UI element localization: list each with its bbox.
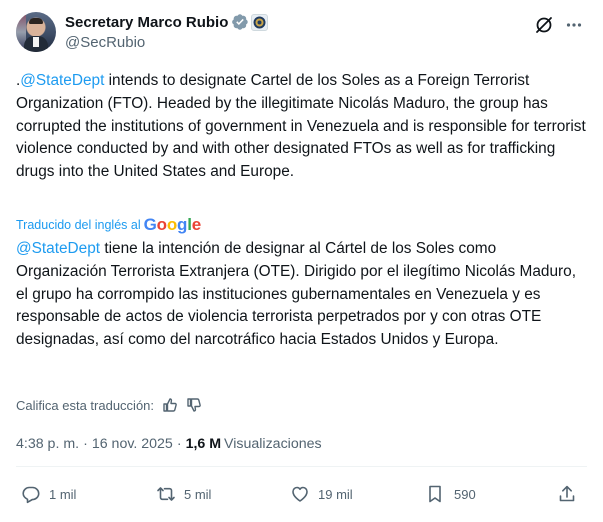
grok-icon bbox=[536, 17, 552, 33]
share-icon bbox=[559, 485, 575, 502]
heart-icon bbox=[292, 486, 308, 502]
author-handle[interactable]: @SecRubio bbox=[65, 34, 268, 51]
more-options-button[interactable] bbox=[561, 12, 587, 38]
avatar[interactable] bbox=[16, 12, 56, 52]
repost-button[interactable]: 5 mil bbox=[156, 480, 211, 508]
translation-attribution[interactable]: Traducido del inglés al Google bbox=[16, 215, 201, 235]
translation-body: tiene la intención de designar al Cártel… bbox=[16, 240, 576, 349]
repost-icon bbox=[157, 487, 175, 501]
like-button[interactable]: 19 mil bbox=[290, 480, 353, 508]
action-bar: 1 mil 5 mil 19 mil 590 bbox=[16, 480, 587, 508]
meta-separator-2: · bbox=[176, 436, 182, 452]
like-count: 19 mil bbox=[318, 486, 353, 502]
rate-translation-label: Califica esta traducción: bbox=[16, 397, 155, 413]
rate-translation: Califica esta traducción: bbox=[16, 397, 202, 413]
bookmark-button[interactable]: 590 bbox=[425, 480, 476, 508]
thumbs-down-icon[interactable] bbox=[186, 397, 202, 413]
meta-separator: · bbox=[83, 436, 88, 452]
tweet-date[interactable]: 16 nov. 2025 bbox=[92, 436, 173, 452]
views-label: Visualizaciones bbox=[224, 436, 322, 452]
reply-icon bbox=[22, 486, 40, 504]
tweet-metadata: 4:38 p. m. · 16 nov. 2025 · 1,6 M Visual… bbox=[16, 436, 322, 452]
grok-button[interactable] bbox=[531, 12, 557, 38]
translated-mention-link[interactable]: @StateDept bbox=[16, 240, 100, 257]
google-logo: Google bbox=[143, 215, 202, 234]
translation-text: @StateDept tiene la intención de designa… bbox=[16, 238, 588, 352]
reply-count: 1 mil bbox=[49, 486, 77, 502]
bookmark-count: 590 bbox=[454, 486, 476, 502]
repost-count: 5 mil bbox=[184, 486, 212, 502]
author-display-name[interactable]: Secretary Marco Rubio bbox=[65, 14, 228, 31]
bookmark-icon bbox=[429, 485, 441, 503]
more-icon bbox=[566, 23, 582, 27]
tweet-text: .@StateDept intends to designate Cartel … bbox=[16, 70, 588, 184]
reply-button[interactable]: 1 mil bbox=[21, 480, 76, 508]
verified-badge-icon[interactable] bbox=[231, 13, 249, 31]
government-seal-icon[interactable] bbox=[251, 13, 269, 31]
mention-link[interactable]: @StateDept bbox=[20, 72, 104, 89]
views-count: 1,6 M bbox=[185, 436, 222, 452]
thumbs-up-icon[interactable] bbox=[162, 397, 178, 413]
share-button[interactable] bbox=[557, 480, 577, 508]
divider bbox=[16, 466, 587, 467]
translation-label: Traducido del inglés al bbox=[16, 218, 141, 232]
tweet-header: Secretary Marco Rubio @SecRubio bbox=[16, 11, 587, 55]
author-info: Secretary Marco Rubio @SecRubio bbox=[65, 11, 269, 51]
tweet-time[interactable]: 4:38 p. m. bbox=[16, 436, 79, 452]
